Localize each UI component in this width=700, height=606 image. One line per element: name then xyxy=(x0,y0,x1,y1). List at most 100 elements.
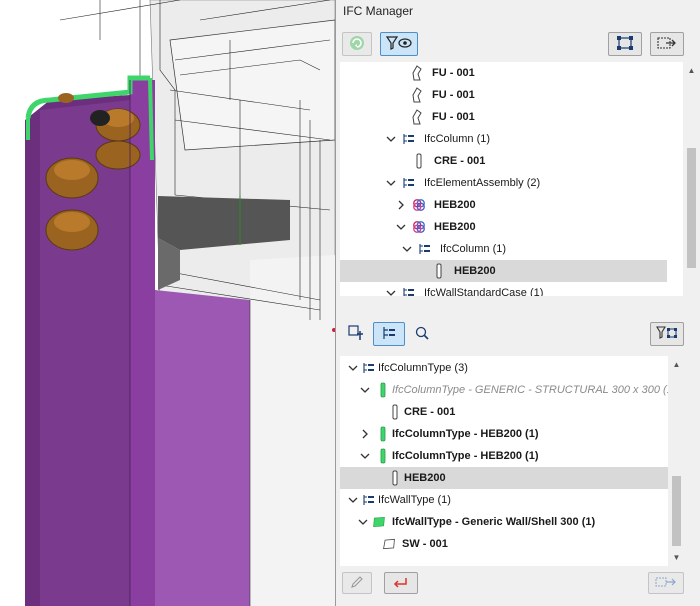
chevron-down-icon[interactable] xyxy=(358,517,368,527)
chevron-down-icon[interactable] xyxy=(386,134,396,144)
chevron-down-icon[interactable] xyxy=(386,178,396,188)
chevron-down-icon[interactable] xyxy=(348,363,358,373)
tree-row[interactable]: IfcColumnType - HEB200 (1) xyxy=(340,445,668,467)
ifc-hierarchy-tree[interactable]: FU - 001 FU - 001 FU - 001 IfcColumn (1) CRE… xyxy=(340,62,683,296)
tree-row[interactable]: CRE - 001 xyxy=(340,401,668,423)
tree-row-label: IfcColumnType - GENERIC - STRUCTURAL 300… xyxy=(392,384,670,396)
tree-row-label: FU - 001 xyxy=(432,89,475,101)
refresh-icon xyxy=(348,34,366,55)
fu-element-icon xyxy=(410,65,424,81)
tree-row[interactable]: HEB200 xyxy=(340,467,668,489)
scroll-up-icon[interactable]: ▲ xyxy=(683,62,700,79)
tree-row[interactable]: FU - 001 xyxy=(340,106,667,128)
tree-row-label: IfcWallStandardCase (1) xyxy=(424,287,544,296)
tree-row[interactable]: IfcElementAssembly (2) xyxy=(340,172,667,194)
column-type-icon xyxy=(376,448,390,464)
tree-row-label: IfcColumn (1) xyxy=(440,243,507,255)
chevron-down-icon[interactable] xyxy=(360,451,370,461)
find-button[interactable] xyxy=(410,322,434,346)
tree-row-label: FU - 001 xyxy=(432,111,475,123)
tree-row-label: IfcColumn (1) xyxy=(424,133,491,145)
tree-row[interactable]: FU - 001 xyxy=(340,62,667,84)
scroll-down-icon[interactable]: ▼ xyxy=(668,549,685,566)
top-tree-scrollbar[interactable]: ▲ xyxy=(683,62,700,296)
pencil-icon xyxy=(349,574,365,593)
tree-row[interactable]: IfcWallType - Generic Wall/Shell 300 (1) xyxy=(340,511,668,533)
tree-row-label: FU - 001 xyxy=(432,67,475,79)
scroll-thumb[interactable] xyxy=(672,476,681,546)
3d-viewport[interactable] xyxy=(0,0,335,606)
chevron-down-icon[interactable] xyxy=(348,495,358,505)
transfer-button[interactable] xyxy=(648,572,684,594)
refresh-button[interactable] xyxy=(342,32,372,56)
ifc-class-icon xyxy=(362,492,376,508)
tree-row[interactable]: IfcWallType (1) xyxy=(340,489,668,511)
tree-row-label: IfcElementAssembly (2) xyxy=(424,177,541,189)
column-icon xyxy=(388,470,402,486)
tree-row[interactable]: FU - 001 xyxy=(340,84,667,106)
column-icon xyxy=(412,153,426,169)
magnifier-icon xyxy=(414,325,430,344)
tree-row-label: HEB200 xyxy=(454,265,496,277)
filter-eye-icon xyxy=(385,35,413,54)
selection-frame-button[interactable] xyxy=(608,32,642,56)
ifc-class-icon xyxy=(402,131,416,147)
undo-button[interactable] xyxy=(384,572,418,594)
top-tree-hscroll[interactable] xyxy=(340,296,683,313)
tree-row[interactable]: CRE - 001 xyxy=(340,150,667,172)
model-3d-view xyxy=(25,0,335,606)
tree-row[interactable]: IfcColumnType (3) xyxy=(340,357,668,379)
tree-row[interactable]: IfcColumnType - HEB200 (1) xyxy=(340,423,668,445)
fu-element-icon xyxy=(410,109,424,125)
filter-selection-button[interactable] xyxy=(650,322,684,346)
tree-row-label: IfcColumnType - HEB200 (1) xyxy=(392,450,539,462)
assembly-icon xyxy=(412,197,426,213)
column-type-icon xyxy=(376,382,390,398)
export-selection-button[interactable] xyxy=(650,32,684,56)
chevron-down-icon[interactable] xyxy=(396,222,406,232)
filter-frame-icon xyxy=(655,325,679,344)
type-tree-button[interactable] xyxy=(373,322,405,346)
scroll-thumb[interactable] xyxy=(687,148,696,268)
ifc-class-icon xyxy=(402,175,416,191)
tree-row[interactable]: HEB200 xyxy=(340,216,667,238)
add-element-button[interactable] xyxy=(342,322,370,346)
column-icon xyxy=(432,263,446,279)
wall-icon xyxy=(382,536,396,552)
tree-row[interactable]: IfcColumn (1) xyxy=(340,128,667,150)
undo-arrow-icon xyxy=(392,575,410,592)
tree-row[interactable]: IfcColumn (1) xyxy=(340,238,667,260)
column-icon xyxy=(388,404,402,420)
fu-element-icon xyxy=(410,87,424,103)
tree-row-label: CRE - 001 xyxy=(404,406,456,418)
tree-row[interactable]: SW - 001 xyxy=(340,533,668,555)
tree-row[interactable]: HEB200 xyxy=(340,260,667,282)
chevron-down-icon[interactable] xyxy=(402,244,412,254)
bottom-tree-scrollbar[interactable]: ▲ ▼ xyxy=(668,356,685,566)
tree-row-label: CRE - 001 xyxy=(434,155,486,167)
tree-row-label: IfcColumnType - HEB200 (1) xyxy=(392,428,539,440)
chevron-down-icon[interactable] xyxy=(386,288,396,296)
chevron-right-icon[interactable] xyxy=(360,429,370,439)
scroll-up-icon[interactable]: ▲ xyxy=(668,356,685,373)
tree-row[interactable]: HEB200 xyxy=(340,194,667,216)
edit-button[interactable] xyxy=(342,572,372,594)
ifc-class-icon xyxy=(418,241,432,257)
tree-list-icon xyxy=(381,325,397,344)
ifc-type-tree[interactable]: IfcColumnType (3) IfcColumnType - GENERIC… xyxy=(340,356,670,566)
add-element-icon xyxy=(347,324,365,345)
tree-row-label: HEB200 xyxy=(434,221,476,233)
tree-row[interactable]: IfcWallStandardCase (1) xyxy=(340,282,667,296)
tree-row[interactable]: IfcColumnType - GENERIC - STRUCTURAL 300… xyxy=(340,379,670,401)
ifc-class-icon xyxy=(402,285,416,296)
chevron-right-icon[interactable] xyxy=(396,200,406,210)
tree-row-label: IfcWallType - Generic Wall/Shell 300 (1) xyxy=(392,516,596,528)
tree-row-label: HEB200 xyxy=(434,199,476,211)
chevron-down-icon[interactable] xyxy=(360,385,370,395)
panel-title: IFC Manager xyxy=(343,4,414,18)
filter-view-button[interactable] xyxy=(380,32,418,56)
selection-frame-icon xyxy=(615,34,635,55)
tree-row-label: SW - 001 xyxy=(402,538,448,550)
assembly-icon xyxy=(412,219,426,235)
ifc-class-icon xyxy=(362,360,376,376)
